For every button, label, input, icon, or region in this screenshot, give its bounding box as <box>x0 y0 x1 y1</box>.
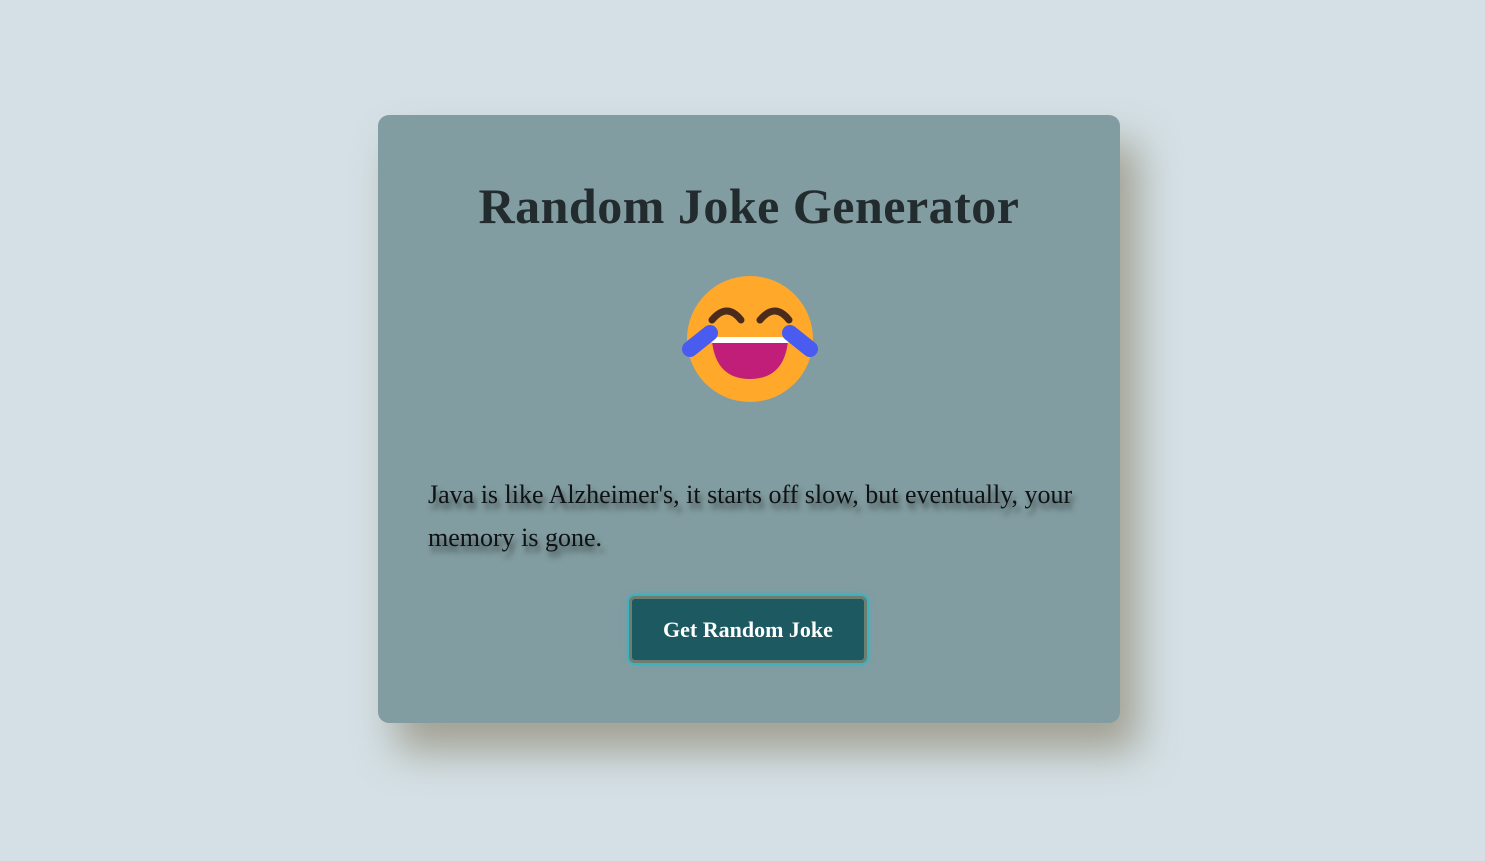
laughing-tears-emoji-icon <box>680 275 820 405</box>
joke-card: Random Joke Generator Java is like Alzhe… <box>378 115 1120 723</box>
page-title: Random Joke Generator <box>478 178 1020 234</box>
joke-text: Java is like Alzheimer's, it starts off … <box>428 480 1073 552</box>
get-random-joke-button[interactable]: Get Random Joke <box>629 596 867 663</box>
